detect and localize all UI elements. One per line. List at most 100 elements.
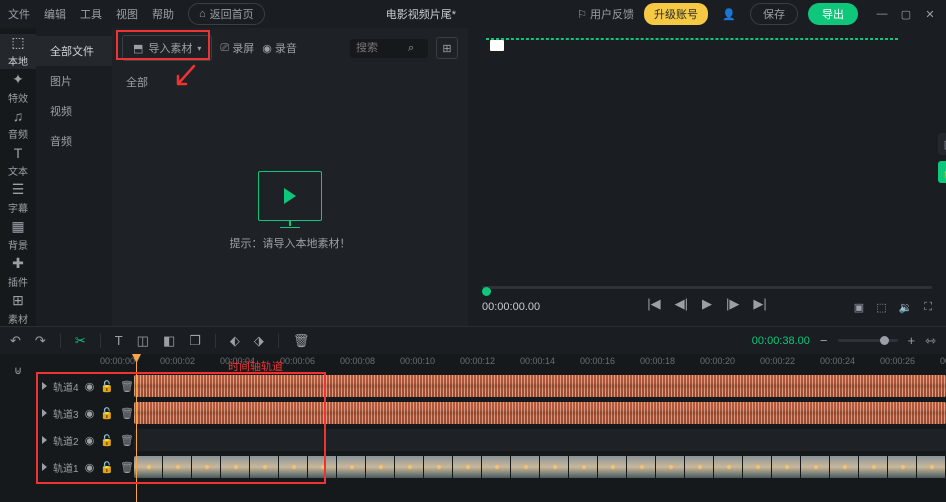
- skip-start-icon[interactable]: |◀: [647, 296, 660, 312]
- visibility-icon[interactable]: ◉: [85, 380, 95, 393]
- sidebar-label: 文本: [8, 163, 28, 178]
- track-name: 轨道1: [53, 460, 79, 475]
- menu-view[interactable]: 视图: [116, 6, 138, 22]
- menu-edit[interactable]: 编辑: [44, 6, 66, 22]
- import-button[interactable]: ⬒ 导入素材 ▾: [122, 35, 212, 61]
- total-duration: 00:00:38.00: [752, 335, 810, 347]
- menu-tool[interactable]: 工具: [80, 6, 102, 22]
- skip-end-icon[interactable]: ▶|: [753, 296, 766, 312]
- lock-track-icon[interactable]: 🔓: [100, 461, 114, 474]
- crop-icon[interactable]: ▣: [938, 133, 946, 155]
- zoom-handle[interactable]: [880, 336, 889, 345]
- expand-icon[interactable]: [42, 382, 47, 390]
- sidebar-item-5[interactable]: ▦背景: [0, 218, 36, 253]
- lock-track-icon[interactable]: 🔓: [100, 407, 114, 420]
- timeline-body[interactable]: 00:00:0000:00:0200:00:0400:00:0600:00:08…: [36, 354, 946, 502]
- audio-clip[interactable]: [134, 375, 946, 397]
- timeline: ⊍ 00:00:0000:00:0200:00:0400:00:0600:00:…: [0, 354, 946, 502]
- zoom-in-icon[interactable]: +: [908, 333, 916, 348]
- play-icon[interactable]: ▶: [702, 296, 712, 312]
- delete-track-icon[interactable]: 🗑: [120, 380, 134, 393]
- screen-record-button[interactable]: ⎚ 录屏: [220, 40, 254, 56]
- audio-clip[interactable]: [134, 402, 946, 424]
- track-header: 轨道1 ◉ 🔓 🗑: [36, 460, 134, 475]
- visibility-icon[interactable]: ◉: [85, 461, 95, 474]
- expand-icon[interactable]: [42, 463, 47, 471]
- empty-track[interactable]: [134, 429, 946, 451]
- track-row: 轨道1 ◉ 🔓 🗑: [36, 455, 946, 479]
- redo-icon[interactable]: ↷: [35, 333, 46, 349]
- import-icon: ⬒: [133, 42, 143, 55]
- undo-icon[interactable]: ↶: [10, 333, 21, 349]
- mark-in-icon[interactable]: ⬖: [230, 333, 240, 349]
- video-clip[interactable]: [134, 456, 946, 478]
- sidebar-item-0[interactable]: ⬚本地: [0, 34, 36, 69]
- delete-track-icon[interactable]: 🗑: [120, 407, 134, 420]
- minimize-icon[interactable]: —: [874, 6, 890, 22]
- filter-icon[interactable]: ◧: [163, 333, 175, 349]
- lock-icon[interactable]: 🔒: [938, 161, 946, 183]
- return-home-button[interactable]: ⌂ 返回首页: [188, 3, 265, 25]
- sidebar-item-2[interactable]: ♫音频: [0, 108, 36, 143]
- magnet-icon[interactable]: ⊍: [14, 364, 22, 377]
- monitor-icon: [258, 171, 322, 221]
- menu-help[interactable]: 帮助: [152, 6, 174, 22]
- fit-icon[interactable]: ⇿: [925, 333, 936, 349]
- expand-icon[interactable]: [42, 409, 47, 417]
- next-frame-icon[interactable]: |▶: [726, 296, 739, 312]
- mark-out-icon[interactable]: ⬗: [254, 333, 264, 349]
- feedback-button[interactable]: ⚐ 用户反馈: [577, 6, 634, 22]
- close-icon[interactable]: ✕: [922, 6, 938, 22]
- progress-track[interactable]: [482, 286, 932, 289]
- sidebar-item-3[interactable]: T文本: [0, 144, 36, 179]
- empty-hint: 提示：请导入本地素材！: [230, 235, 351, 251]
- text-tool-icon[interactable]: T: [115, 333, 123, 348]
- screen-icon: ⎚: [220, 42, 229, 55]
- selection-frame[interactable]: [486, 38, 898, 40]
- upgrade-button[interactable]: 升级账号: [644, 3, 708, 25]
- user-icon[interactable]: 👤: [718, 3, 740, 25]
- delete-icon[interactable]: 🗑: [293, 333, 310, 349]
- category-item-3[interactable]: 音频: [36, 126, 112, 156]
- crop-tool-icon[interactable]: ◫: [137, 333, 149, 349]
- ruler-tick: 00:00:08: [340, 356, 375, 366]
- snapshot-icon[interactable]: ▣: [854, 301, 864, 314]
- delete-track-icon[interactable]: 🗑: [120, 461, 134, 474]
- save-button[interactable]: 保存: [750, 3, 798, 25]
- visibility-icon[interactable]: ◉: [85, 407, 95, 420]
- grid-view-icon[interactable]: ⊞: [436, 37, 458, 59]
- category-item-2[interactable]: 视频: [36, 96, 112, 126]
- menu-file[interactable]: 文件: [8, 6, 30, 22]
- category-item-0[interactable]: 全部文件: [36, 36, 112, 66]
- fullscreen-icon[interactable]: ⛶: [924, 301, 932, 314]
- sidebar-item-4[interactable]: ☰字幕: [0, 181, 36, 216]
- sidebar-item-1[interactable]: ✦特效: [0, 71, 36, 106]
- ratio-icon[interactable]: ⬚: [876, 301, 886, 314]
- split-icon[interactable]: ✂: [75, 333, 86, 349]
- lock-track-icon[interactable]: 🔓: [100, 434, 114, 447]
- zoom-out-icon[interactable]: −: [820, 333, 828, 348]
- layers-icon[interactable]: ❐: [189, 333, 201, 349]
- prev-frame-icon[interactable]: ◀|: [675, 296, 688, 312]
- playhead[interactable]: [136, 354, 137, 502]
- volume-icon[interactable]: 🔉: [899, 301, 913, 314]
- audio-record-button[interactable]: ◉ 录音: [262, 40, 297, 56]
- visibility-icon[interactable]: ◉: [85, 434, 95, 447]
- category-item-1[interactable]: 图片: [36, 66, 112, 96]
- track-header: 轨道4◉🔓🗑: [36, 379, 134, 394]
- time-ruler[interactable]: 00:00:0000:00:0200:00:0400:00:0600:00:08…: [36, 354, 946, 374]
- export-button[interactable]: 导出: [808, 3, 858, 25]
- filter-all[interactable]: 全部: [112, 68, 468, 96]
- lock-track-icon[interactable]: 🔓: [100, 380, 114, 393]
- maximize-icon[interactable]: ▢: [898, 6, 914, 22]
- sidebar-item-7[interactable]: ⊞素材: [0, 291, 36, 326]
- media-empty-state: 提示：请导入本地素材！: [112, 96, 468, 326]
- progress-handle[interactable]: [482, 287, 491, 296]
- search-input[interactable]: [356, 42, 402, 54]
- track-name: 轨道3: [53, 406, 79, 421]
- zoom-slider[interactable]: [838, 339, 898, 342]
- sidebar-item-6[interactable]: ✚插件: [0, 255, 36, 290]
- search-box[interactable]: ⌕: [350, 39, 428, 58]
- expand-icon[interactable]: [42, 436, 47, 444]
- delete-track-icon[interactable]: 🗑: [120, 434, 134, 447]
